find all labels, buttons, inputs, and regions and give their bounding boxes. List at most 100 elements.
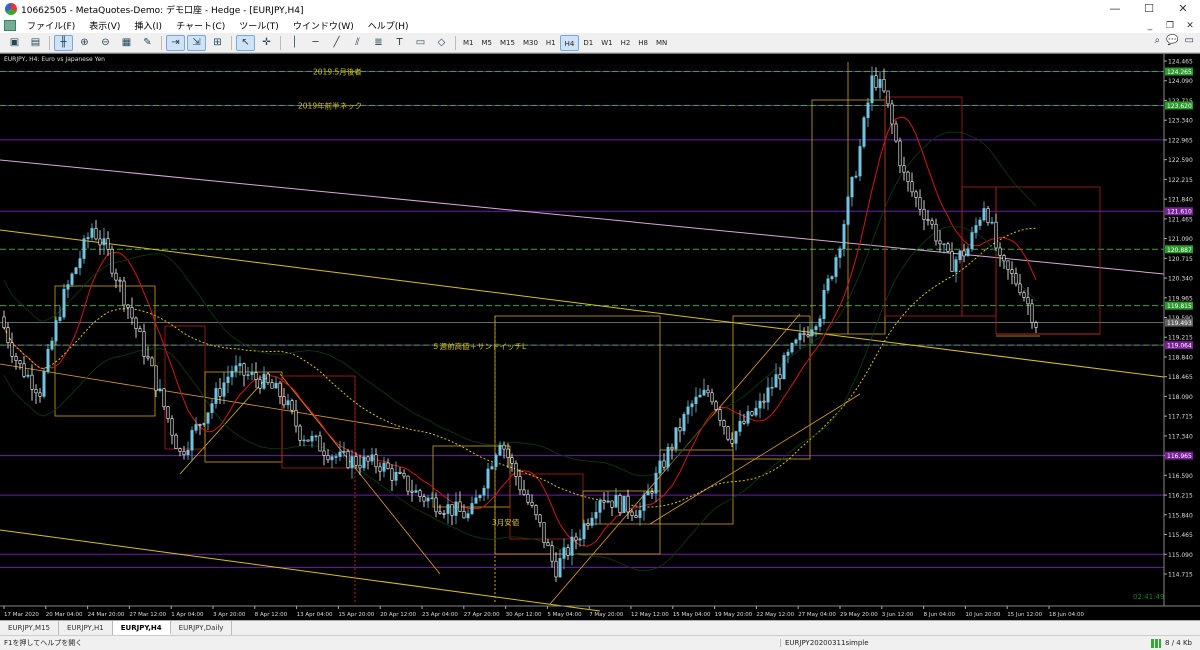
- menu-file[interactable]: ファイル(F): [20, 19, 82, 32]
- candle-body: [574, 536, 578, 541]
- timeframe-m1[interactable]: M1: [459, 35, 478, 51]
- timeframe-h4[interactable]: H4: [559, 34, 580, 51]
- timeframe-h2[interactable]: H2: [617, 35, 635, 51]
- time-tick-label: 20 Mar 04:00: [46, 612, 83, 618]
- candle-body: [62, 288, 66, 318]
- minimize-button[interactable]: —: [1098, 0, 1132, 18]
- yellow-moving-average: [3, 227, 1037, 508]
- candle-body: [470, 503, 474, 514]
- timeframe-d1[interactable]: D1: [579, 35, 597, 51]
- close-button[interactable]: ✕: [1166, 0, 1200, 18]
- candle-body: [346, 451, 350, 469]
- pencil-icon[interactable]: ✎: [138, 35, 157, 51]
- price-label-text: 121.610: [1167, 209, 1192, 216]
- price-tick-label: 115.840: [1168, 512, 1193, 519]
- fibonacci-icon[interactable]: ≣: [369, 35, 388, 51]
- menu-insert[interactable]: 挿入(I): [127, 19, 169, 32]
- candle-body: [722, 420, 726, 428]
- traffic-text: 8 / 4 Kb: [1165, 639, 1192, 647]
- price-tick-label: 117.715: [1168, 414, 1193, 421]
- maximize-button[interactable]: ☐: [1132, 0, 1166, 18]
- candle-body: [410, 490, 414, 493]
- timeframe-mn[interactable]: MN: [652, 35, 671, 51]
- candle-body: [90, 228, 94, 238]
- app-icon: [5, 3, 17, 15]
- tab-eurjpy-h1[interactable]: EURJPY,H1: [59, 621, 113, 635]
- crosshair-icon[interactable]: ✛: [257, 35, 276, 51]
- timeframe-m5[interactable]: M5: [478, 35, 497, 51]
- menu-tools[interactable]: ツール(T): [232, 19, 286, 32]
- candle-body: [674, 427, 678, 450]
- chart-area[interactable]: 02:41:49 2019.5月後者 2019年前半ネック ５週前高値＋サンドイッチL…: [0, 53, 1200, 620]
- candle-body: [926, 219, 930, 221]
- grid-icon[interactable]: ⊞: [208, 35, 227, 51]
- mdi-minimize-button[interactable]: _: [1140, 21, 1160, 31]
- candle-body: [394, 471, 398, 481]
- cursor-icon[interactable]: ↖: [236, 34, 255, 51]
- horizontal-line-icon[interactable]: ─: [306, 35, 325, 51]
- candle-body: [250, 372, 254, 375]
- profiles-icon[interactable]: ▤: [26, 35, 45, 51]
- menu-window[interactable]: ウインドウ(W): [286, 19, 361, 32]
- chat-icon[interactable]: 💬: [1166, 35, 1178, 46]
- zoom-in-icon[interactable]: ⊕: [75, 35, 94, 51]
- price-tick-label: 115.090: [1168, 552, 1193, 559]
- profile-name[interactable]: EURJPY20200311simple: [780, 639, 1110, 647]
- timeframe-h8[interactable]: H8: [634, 35, 652, 51]
- candle-body: [1014, 273, 1018, 285]
- text-icon[interactable]: T: [390, 35, 409, 51]
- candle-body: [334, 456, 338, 458]
- chart-window-icon[interactable]: [4, 20, 16, 31]
- candle-body: [730, 438, 734, 444]
- mdi-restore-button[interactable]: ❐: [1160, 21, 1180, 31]
- vertical-line-icon[interactable]: │: [285, 35, 304, 51]
- bar-countdown: 02:41:49: [1133, 593, 1164, 601]
- autoscroll-icon[interactable]: ⇲: [187, 34, 206, 51]
- candle-body: [58, 316, 62, 321]
- bar-chart-icon[interactable]: ╫: [54, 34, 73, 51]
- chart-shift-icon[interactable]: ⇥: [166, 34, 185, 51]
- candle-body: [246, 374, 250, 376]
- menu-charts[interactable]: チャート(C): [169, 19, 232, 32]
- candle-body: [2, 316, 6, 328]
- new-chart-icon[interactable]: ▣: [5, 35, 24, 51]
- tab-eurjpy-h4[interactable]: EURJPY,H4: [112, 621, 171, 635]
- tile-windows-icon[interactable]: ▦: [117, 35, 136, 51]
- candle-body: [98, 238, 102, 246]
- candle-body: [522, 489, 526, 495]
- terminal-icon[interactable]: ▭: [1185, 35, 1194, 46]
- candle-body: [742, 420, 746, 424]
- zoom-out-icon[interactable]: ⊖: [96, 35, 115, 51]
- candle-body: [450, 504, 454, 516]
- price-tick-label: 116.590: [1168, 473, 1193, 480]
- candle-body: [6, 327, 10, 344]
- trendline-icon[interactable]: ╱: [327, 35, 346, 51]
- timeframe-m15[interactable]: M15: [496, 35, 519, 51]
- candle-body: [646, 491, 650, 496]
- candle-body: [1026, 297, 1030, 305]
- timeframe-w1[interactable]: W1: [597, 35, 616, 51]
- time-tick-label: 13 Apr 04:00: [297, 612, 333, 618]
- traffic-indicator: 8 / 4 Kb: [1110, 638, 1200, 648]
- candle-body: [478, 494, 482, 499]
- timeframe-m30[interactable]: M30: [519, 35, 542, 51]
- menu-help[interactable]: ヘルプ(H): [361, 19, 416, 32]
- candle-body: [694, 396, 698, 405]
- candle-body: [826, 278, 830, 291]
- time-tick-label: 15 Jun 12:00: [1007, 612, 1042, 618]
- candle-body: [206, 412, 210, 424]
- candle-body: [690, 403, 694, 408]
- shapes-icon[interactable]: ◇: [432, 35, 451, 51]
- candle-body: [338, 451, 342, 457]
- tab-eurjpy-daily[interactable]: EURJPY,Daily: [171, 621, 233, 635]
- mdi-close-button[interactable]: ✕: [1180, 21, 1200, 31]
- candle-body: [774, 374, 778, 388]
- timeframe-h1[interactable]: H1: [542, 35, 560, 51]
- candle-body: [238, 363, 242, 367]
- label-icon[interactable]: ▭: [411, 35, 430, 51]
- menu-view[interactable]: 表示(V): [82, 19, 127, 32]
- price-chart[interactable]: 02:41:49 2019.5月後者 2019年前半ネック ５週前高値＋サンドイッチL…: [0, 54, 1200, 620]
- tab-eurjpy-m15[interactable]: EURJPY,M15: [0, 621, 59, 635]
- search-icon[interactable]: ⌕: [1154, 35, 1160, 46]
- channel-icon[interactable]: ⫽: [348, 35, 367, 51]
